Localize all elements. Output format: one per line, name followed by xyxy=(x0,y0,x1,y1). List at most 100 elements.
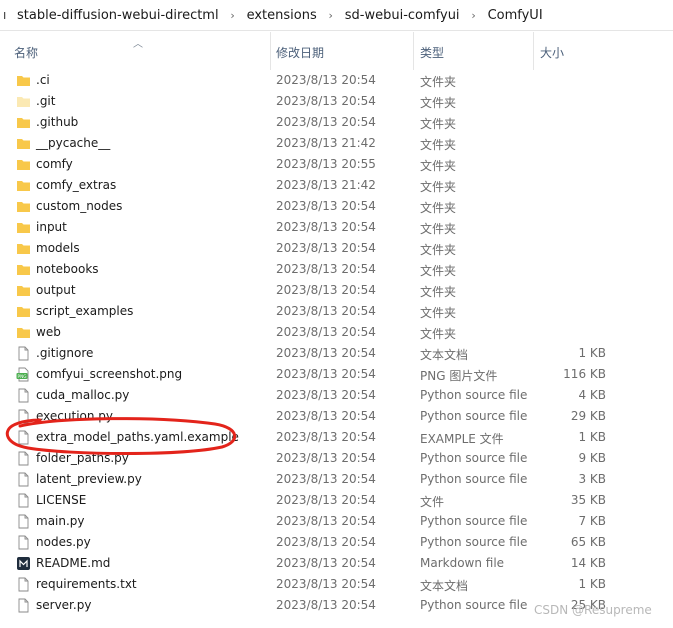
file-name: latent_preview.py xyxy=(36,472,142,486)
file-name: server.py xyxy=(36,598,92,612)
file-row[interactable]: LICENSE 2023/8/13 20:54 文件 35 KB xyxy=(0,490,673,511)
column-divider[interactable] xyxy=(413,32,414,70)
file-name: cuda_malloc.py xyxy=(36,388,130,402)
file-name: .git xyxy=(36,94,56,108)
file-type: 文件夹 xyxy=(420,222,457,236)
file-size: 7 KB xyxy=(578,514,606,528)
file-row[interactable]: folder_paths.py 2023/8/13 20:54 Python sou… xyxy=(0,448,673,469)
file-type: 文本文档 xyxy=(420,348,469,362)
breadcrumb-item[interactable]: extensions xyxy=(247,8,317,23)
file-type: 文件夹 xyxy=(420,159,457,173)
file-row[interactable]: cuda_malloc.py 2023/8/13 20:54 Python sour… xyxy=(0,385,673,406)
file-size: 9 KB xyxy=(578,451,606,465)
file-row[interactable]: web 2023/8/13 20:54 文件夹 xyxy=(0,322,673,343)
file-row[interactable]: __pycache__ 2023/8/13 21:42 文件夹 xyxy=(0,133,673,154)
file-size: 35 KB xyxy=(570,493,606,507)
png-file-icon: PNG xyxy=(16,367,31,382)
file-name: __pycache__ xyxy=(36,136,111,150)
file-date: 2023/8/13 20:54 xyxy=(276,346,376,360)
file-date: 2023/8/13 20:54 xyxy=(276,451,376,465)
file-row[interactable]: comfy 2023/8/13 20:55 文件夹 xyxy=(0,154,673,175)
file-size: 3 KB xyxy=(578,472,606,486)
file-name: README.md xyxy=(36,556,111,570)
file-row[interactable]: requirements.txt 2023/8/13 20:54 文本文档 1 KB xyxy=(0,574,673,595)
file-name: .ci xyxy=(36,73,50,87)
file-type: PNG 图片文件 xyxy=(420,369,498,383)
file-icon xyxy=(16,535,31,550)
markdown-file-icon xyxy=(16,556,31,571)
file-name: custom_nodes xyxy=(36,199,123,213)
file-row[interactable]: output 2023/8/13 20:54 文件夹 xyxy=(0,280,673,301)
file-size: 4 KB xyxy=(578,388,606,402)
chevron-right-icon[interactable]: › xyxy=(219,9,247,22)
folder-icon xyxy=(16,325,31,340)
watermark: CSDN @Resupreme xyxy=(534,603,652,617)
file-row[interactable]: PNG comfyui_screenshot.png 2023/8/13 20:54… xyxy=(0,364,673,385)
file-type: 文件夹 xyxy=(420,306,457,320)
file-type: 文件夹 xyxy=(420,285,457,299)
column-divider[interactable] xyxy=(270,32,271,70)
column-header-size[interactable]: 大小 xyxy=(540,44,564,61)
column-header-name[interactable]: 名称 xyxy=(14,44,38,61)
file-date: 2023/8/13 20:54 xyxy=(276,199,376,213)
file-row[interactable]: .github 2023/8/13 20:54 文件夹 xyxy=(0,112,673,133)
file-row[interactable]: main.py 2023/8/13 20:54 Python source file… xyxy=(0,511,673,532)
folder-icon xyxy=(16,304,31,319)
file-name: requirements.txt xyxy=(36,577,137,591)
file-type: 文件夹 xyxy=(420,117,457,131)
file-name: output xyxy=(36,283,76,297)
file-row[interactable]: README.md 2023/8/13 20:54 Markdown file 14 … xyxy=(0,553,673,574)
file-name: nodes.py xyxy=(36,535,91,549)
file-name: models xyxy=(36,241,80,255)
file-name: .github xyxy=(36,115,79,129)
breadcrumb-item[interactable]: ComfyUI xyxy=(488,8,543,23)
file-name: execution.py xyxy=(36,409,114,423)
file-icon xyxy=(16,409,31,424)
column-divider[interactable] xyxy=(533,32,534,70)
file-date: 2023/8/13 20:54 xyxy=(276,283,376,297)
file-size: 65 KB xyxy=(570,535,606,549)
folder-icon xyxy=(16,199,31,214)
file-row[interactable]: .git 2023/8/13 20:54 文件夹 xyxy=(0,91,673,112)
folder-icon xyxy=(16,283,31,298)
file-type: 文件夹 xyxy=(420,180,457,194)
file-date: 2023/8/13 20:54 xyxy=(276,577,376,591)
breadcrumb-item[interactable]: stable-diffusion-webui-directml xyxy=(17,8,219,23)
file-date: 2023/8/13 20:54 xyxy=(276,73,376,87)
file-row[interactable]: input 2023/8/13 20:54 文件夹 xyxy=(0,217,673,238)
file-name: script_examples xyxy=(36,304,134,318)
file-row[interactable]: comfy_extras 2023/8/13 21:42 文件夹 xyxy=(0,175,673,196)
file-name: comfyui_screenshot.png xyxy=(36,367,183,381)
file-row[interactable]: script_examples 2023/8/13 20:54 文件夹 xyxy=(0,301,673,322)
file-type: 文本文档 xyxy=(420,579,469,593)
file-icon xyxy=(16,388,31,403)
folder-icon xyxy=(16,241,31,256)
file-icon xyxy=(16,493,31,508)
file-date: 2023/8/13 20:54 xyxy=(276,325,376,339)
file-size: 1 KB xyxy=(578,346,606,360)
file-type: Python source file xyxy=(420,535,528,549)
file-row[interactable]: extra_model_paths.yaml.example 2023/8/13 … xyxy=(0,427,673,448)
file-type: Python source file xyxy=(420,598,528,612)
file-row[interactable]: nodes.py 2023/8/13 20:54 Python source fil… xyxy=(0,532,673,553)
folder-icon xyxy=(16,178,31,193)
file-name: LICENSE xyxy=(36,493,87,507)
file-row[interactable]: models 2023/8/13 20:54 文件夹 xyxy=(0,238,673,259)
column-header-date[interactable]: 修改日期 xyxy=(276,44,324,61)
file-row[interactable]: execution.py 2023/8/13 20:54 Python source… xyxy=(0,406,673,427)
chevron-right-icon[interactable]: › xyxy=(460,9,488,22)
file-row[interactable]: latent_preview.py 2023/8/13 20:54 Python s… xyxy=(0,469,673,490)
file-name: web xyxy=(36,325,61,339)
file-type: Markdown file xyxy=(420,556,505,570)
file-date: 2023/8/13 20:54 xyxy=(276,598,376,612)
file-date: 2023/8/13 21:42 xyxy=(276,136,376,150)
chevron-right-icon[interactable]: › xyxy=(317,9,345,22)
file-name: comfy_extras xyxy=(36,178,117,192)
breadcrumb-item[interactable]: sd-webui-comfyui xyxy=(345,8,460,23)
file-row[interactable]: custom_nodes 2023/8/13 20:54 文件夹 xyxy=(0,196,673,217)
file-row[interactable]: notebooks 2023/8/13 20:54 文件夹 xyxy=(0,259,673,280)
file-row[interactable]: .ci 2023/8/13 20:54 文件夹 xyxy=(0,70,673,91)
folder-icon xyxy=(16,157,31,172)
file-row[interactable]: .gitignore 2023/8/13 20:54 文本文档 1 KB xyxy=(0,343,673,364)
column-header-type[interactable]: 类型 xyxy=(420,44,444,61)
